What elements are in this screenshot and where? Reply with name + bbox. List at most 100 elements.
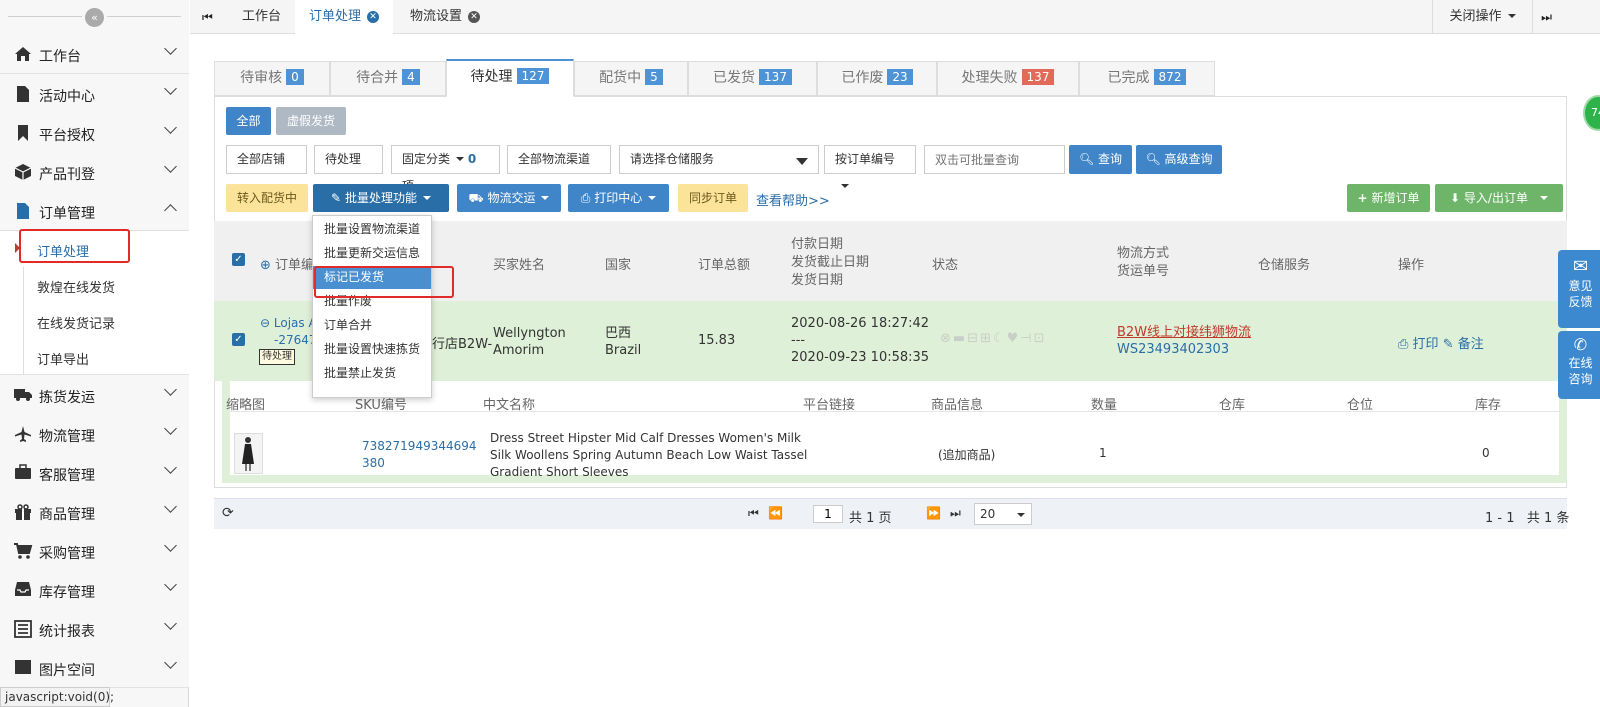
online-badge[interactable]: 74	[1583, 95, 1600, 131]
query-button[interactable]: 🔍︎ 查询	[1069, 145, 1132, 174]
category-select[interactable]: 固定分类 0 项	[391, 145, 500, 193]
collapse-icon[interactable]: ⊖	[260, 316, 270, 330]
order-number-type-select[interactable]: 按订单编号	[824, 145, 916, 188]
sidebar-item-inventory[interactable]: 库存管理	[0, 570, 189, 610]
sidebar-item-platform-auth[interactable]: 平台授权	[0, 113, 189, 153]
tab-workbench[interactable]: 工作台	[228, 0, 295, 34]
close-icon[interactable]: ✕	[367, 10, 380, 23]
status-tab-failed[interactable]: 处理失败 137	[937, 61, 1079, 96]
print-link[interactable]: 打印	[1413, 337, 1439, 352]
status-tab-completed[interactable]: 已完成 872	[1079, 61, 1215, 96]
close-icon[interactable]: ✕	[468, 10, 481, 23]
tab-label: 订单处理	[309, 9, 362, 24]
status-tab-pending-review[interactable]: 待审核 0	[214, 61, 330, 96]
order-dates: 2020-08-26 18:27:42 --- 2020-09-23 10:58…	[791, 315, 929, 366]
sidebar-subitem-dhgate-shipping[interactable]: 敦煌在线发货	[0, 267, 189, 303]
sidebar-item-images[interactable]: 图片空间	[0, 648, 189, 688]
deadline: ---	[791, 333, 806, 348]
close-operations-dropdown[interactable]: 关闭操作	[1432, 0, 1532, 34]
order-checkbox[interactable]: ✓	[232, 333, 245, 346]
sidebar-collapse-bar: «	[0, 0, 189, 34]
sidebar-item-workbench[interactable]: 工作台	[0, 34, 189, 74]
sidebar-subitem-shipping-records[interactable]: 在线发货记录	[0, 303, 189, 339]
status-tab-pending-merge[interactable]: 待合并 4	[330, 61, 446, 96]
product-header-thumbnail: 缩略图	[226, 398, 266, 413]
tab-order-processing[interactable]: 订单处理 ✕	[295, 0, 394, 34]
logistics-ship-button[interactable]: ⛟ 物流交运	[457, 184, 561, 212]
status-tab-pending-process[interactable]: 待处理 127	[446, 59, 574, 97]
import-export-button[interactable]: ⬇ 导入/出订单	[1435, 184, 1563, 212]
help-link[interactable]: 查看帮助>>	[756, 190, 830, 209]
menu-item-set-logistics-channel[interactable]: 批量设置物流渠道	[313, 218, 431, 241]
print-icon: ⎙	[1398, 337, 1409, 352]
menu-item-block-shipping[interactable]: 批量禁止发货	[313, 362, 431, 385]
advanced-query-button[interactable]: 🔍︎ 高级查询	[1136, 145, 1222, 174]
menu-item-quick-picking[interactable]: 批量设置快速拣货	[313, 338, 431, 361]
page-size-select[interactable]: 20	[974, 503, 1032, 525]
sidebar-item-reports[interactable]: 统计报表	[0, 609, 189, 649]
product-sku-link[interactable]: 738271949344694380	[362, 438, 482, 472]
ship-date: 2020-09-23 10:58:35	[791, 350, 930, 365]
image-icon	[13, 659, 32, 678]
online-consult-button[interactable]: ✆ 在线咨询	[1558, 331, 1600, 399]
feedback-button[interactable]: ✉ 意见反馈	[1558, 250, 1600, 328]
new-order-button[interactable]: + 新增订单	[1347, 184, 1430, 212]
all-filter-button[interactable]: 全部	[226, 107, 271, 135]
channel-select[interactable]: 全部物流渠道	[507, 145, 611, 188]
batch-process-button[interactable]: ✎ 批量处理功能	[313, 184, 449, 212]
feedback-label: 意见反馈	[1568, 279, 1593, 309]
prev-page-icon[interactable]: ⏪	[768, 506, 783, 520]
sidebar-item-listing[interactable]: 产品刊登	[0, 152, 189, 192]
tabs-next-icon[interactable]: ⏭	[1532, 0, 1560, 34]
virtual-shipping-filter-button[interactable]: 虚假发货	[276, 107, 346, 135]
last-page-icon[interactable]: ⏭	[950, 506, 961, 521]
print-center-button[interactable]: ⎙ 打印中心	[568, 184, 669, 212]
tracking-number[interactable]: WS23493402303	[1117, 341, 1251, 358]
sidebar-item-label: 平台授权	[39, 128, 95, 144]
order-store-link[interactable]: ⊖ Lojas A -27647	[260, 315, 317, 349]
sync-orders-button[interactable]: 同步订单	[678, 184, 748, 212]
sidebar-item-goods[interactable]: 商品管理	[0, 492, 189, 532]
product-thumbnail[interactable]	[234, 433, 263, 474]
first-page-icon[interactable]: ⏮	[748, 506, 759, 521]
refresh-icon[interactable]: ⟳	[222, 505, 234, 521]
sidebar-subitem-label: 在线发货记录	[37, 317, 116, 332]
expand-icon[interactable]: ⊕	[260, 258, 271, 273]
header-country: 国家	[605, 258, 632, 273]
sidebar-item-logistics[interactable]: 物流管理	[0, 414, 189, 454]
select-value: 请选择仓储服务	[630, 152, 715, 166]
sidebar-item-customer-service[interactable]: 客服管理	[0, 453, 189, 493]
select-all-checkbox[interactable]: ✓	[232, 253, 245, 266]
menu-item-merge-orders[interactable]: 订单合并	[313, 314, 431, 337]
tabs-prev-icon[interactable]: ⏮	[202, 10, 213, 25]
status-tab-shipped[interactable]: 已发货 137	[688, 61, 817, 96]
close-ops-label: 关闭操作	[1449, 9, 1502, 24]
pay-date: 2020-08-26 18:27:42	[791, 316, 930, 331]
next-page-icon[interactable]: ⏩	[926, 506, 941, 520]
product-stock: 0	[1482, 446, 1490, 460]
to-picking-button[interactable]: 转入配货中	[226, 184, 308, 212]
logistics-method-link[interactable]: B2W线上对接纬狮物流	[1117, 324, 1251, 341]
status-tab-picking[interactable]: 配货中 5	[574, 61, 688, 96]
status-select[interactable]: 待处理	[314, 145, 383, 188]
sidebar-item-activity[interactable]: 活动中心	[0, 74, 189, 114]
menu-item-update-ship-info[interactable]: 批量更新交运信息	[313, 242, 431, 265]
status-icons: ⊗▬⊟⊞☾♥⊣⊡	[940, 331, 1047, 346]
select-value: 固定分类	[402, 152, 451, 166]
store-name: Lojas A	[273, 316, 317, 330]
header-status: 状态	[932, 258, 959, 273]
page-number-input[interactable]	[813, 505, 843, 523]
sidebar-item-picking[interactable]: 拣货发运	[0, 375, 189, 415]
batch-search-input[interactable]	[924, 145, 1065, 174]
sidebar-item-purchase[interactable]: 采购管理	[0, 531, 189, 571]
sidebar-item-order-management[interactable]: 订单管理	[0, 191, 189, 231]
status-tab-voided[interactable]: 已作废 23	[817, 61, 937, 96]
collapse-icon[interactable]: «	[85, 8, 104, 27]
warehouse-service-select[interactable]: 请选择仓储服务	[619, 145, 819, 174]
note-link[interactable]: 备注	[1458, 337, 1484, 352]
sidebar-item-label: 图片空间	[39, 663, 95, 679]
store-select[interactable]: 全部店铺	[226, 145, 307, 188]
tab-logistics-settings[interactable]: 物流设置 ✕	[396, 0, 494, 34]
sidebar-subitem-order-export[interactable]: 订单导出	[0, 339, 189, 375]
plus-icon: +	[1357, 191, 1368, 205]
